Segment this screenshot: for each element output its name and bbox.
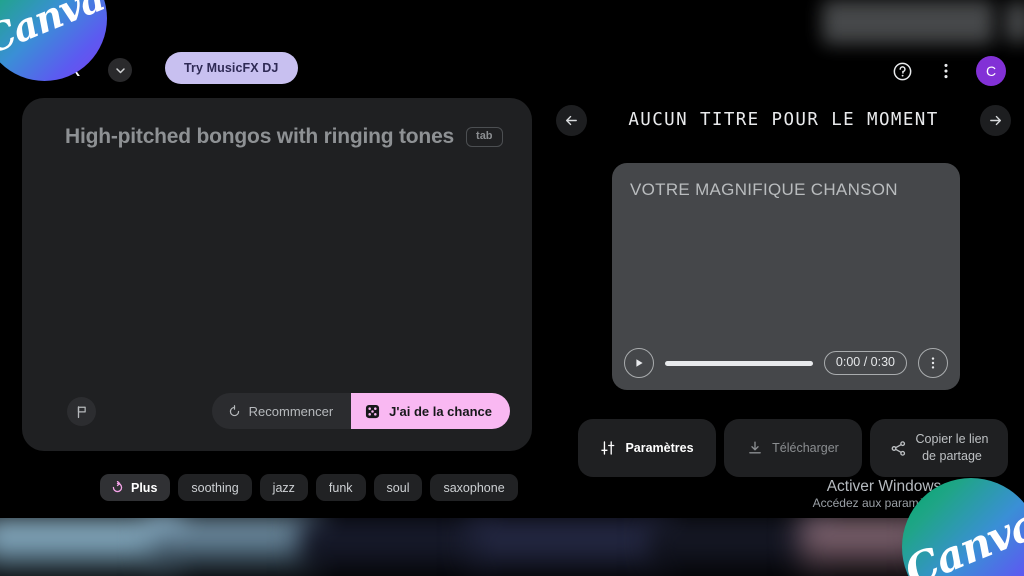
play-button[interactable] [624,348,654,378]
settings-label: Paramètres [625,441,694,455]
strip-segment [920,518,1024,576]
watermark-line2: Accédez aux paramètres p [812,496,956,511]
windows-activation-watermark: Activer Windows Accédez aux paramètres p [764,477,1004,510]
flag-icon [77,405,86,418]
model-dropdown-button[interactable] [108,58,132,82]
blurred-browser-chrome-extra [1004,2,1024,42]
avatar[interactable]: C [976,56,1006,86]
report-button[interactable] [67,397,96,426]
try-musicfx-dj-button[interactable]: Try MusicFX DJ [165,52,298,84]
chip-saxophone[interactable]: saxophone [430,474,518,501]
download-button[interactable]: Télécharger [724,419,862,477]
chip-label: funk [328,480,353,495]
refresh-icon [112,481,123,493]
copy-share-link-label: Copier le lien de partage [916,431,989,465]
share-icon [891,440,905,456]
blurred-browser-chrome [822,0,994,44]
chip-label: saxophone [443,480,505,495]
dice-icon [366,404,380,418]
chip-label: Plus [131,480,158,495]
strip-segment [470,518,670,576]
sliders-icon [601,441,615,455]
tab-key-hint: tab [466,127,503,147]
top-bar: FX Try MusicFX DJ C [0,48,1024,94]
prompt-input[interactable]: High-pitched bongos with ringing tones [65,125,454,149]
lucky-label: J'ai de la chance [389,403,492,419]
next-track-button[interactable] [980,104,1011,136]
more-options-button[interactable] [932,57,960,85]
chip-more[interactable]: Plus [100,474,171,501]
song-card-title: VOTRE MAGNIFIQUE CHANSON [630,180,898,199]
play-icon [636,359,643,367]
strip-divider [0,510,1024,518]
progress-bar[interactable] [665,360,813,366]
chip-label: soothing [191,480,239,495]
bottom-color-strip [0,518,1024,576]
prompt-card[interactable]: High-pitched bongos with ringing tones t… [22,98,532,451]
musicfx-app-window: FX Try MusicFX DJ C High-pitched bongos … [0,0,1024,576]
strip-segment [150,518,320,576]
audio-player: 0:00 / 0:30 [624,348,948,378]
song-title: AUCUN TITRE POUR LE MOMENT [628,110,939,130]
strip-segment [800,518,940,576]
prompt-input-row: High-pitched bongos with ringing tones t… [65,125,503,149]
settings-button[interactable]: Paramètres [578,419,716,477]
watermark-line1: Activer Windows [826,478,942,495]
chevron-down-icon [115,67,125,73]
chip-label: jazz [272,480,295,495]
copy-share-link-button[interactable]: Copier le lien de partage [870,419,1008,477]
download-icon [749,441,761,454]
strip-segment [300,518,490,576]
share-label-line2: de partage [922,449,982,463]
previous-track-button[interactable] [556,104,587,136]
share-label-line1: Copier le lien [915,432,989,447]
refresh-icon [229,404,239,416]
download-label: Télécharger [772,441,839,455]
song-card: VOTRE MAGNIFIQUE CHANSON 0:00 / 0:30 [612,163,960,390]
suggestion-chips: Plus soothing jazz funk soul saxophone [100,474,518,501]
player-menu-button[interactable] [918,348,948,378]
prompt-actions: Recommencer J'ai de la chance [211,393,510,429]
arrow-left-icon [566,115,577,125]
result-actions: Paramètres Télécharger Copier le lien de… [578,419,1008,477]
player-time: 0:00 / 0:30 [823,351,907,375]
lucky-button[interactable]: J'ai de la chance [351,393,510,429]
help-circle-icon [893,62,911,80]
arrow-right-icon [990,115,1001,125]
top-bar-actions: C [888,56,1006,86]
chip-soul[interactable]: soul [373,474,423,501]
app-logo: FX [52,56,81,81]
help-button[interactable] [888,57,916,85]
kebab-menu-icon [931,357,935,369]
restart-label: Recommencer [248,403,334,419]
kebab-menu-icon [944,63,948,79]
chip-jazz[interactable]: jazz [259,474,308,501]
result-title-row: AUCUN TITRE POUR LE MOMENT [556,104,1011,136]
chip-soothing[interactable]: soothing [178,474,252,501]
restart-button[interactable]: Recommencer [211,393,352,429]
chip-funk[interactable]: funk [315,474,366,501]
chip-label: soul [386,480,410,495]
